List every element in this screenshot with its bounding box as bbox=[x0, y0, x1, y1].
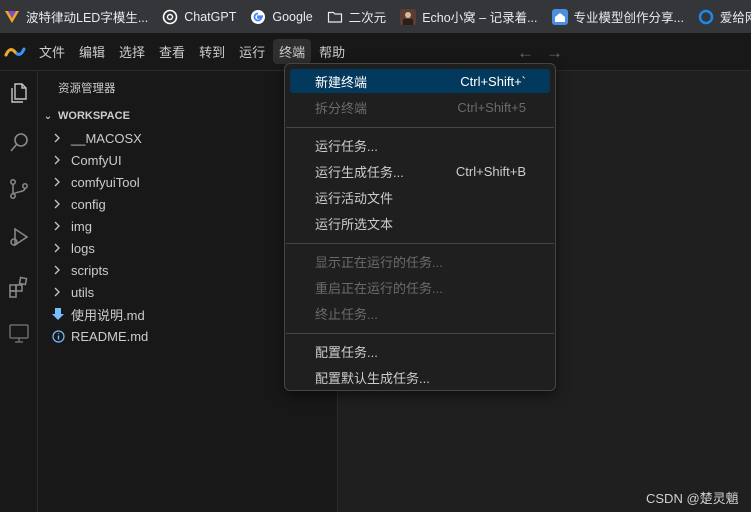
menu-item-label: 运行生成任务... bbox=[315, 164, 404, 180]
bookmark-label: 二次元 bbox=[348, 11, 387, 25]
bookmark-item[interactable]: 专业模型创作分享... bbox=[551, 7, 684, 26]
folder-icon bbox=[327, 9, 343, 25]
terminal-menu-item[interactable]: 配置默认生成任务... bbox=[290, 365, 550, 389]
chevron-right-icon bbox=[52, 199, 71, 209]
chevron-right-icon bbox=[52, 155, 71, 165]
menu-item-label: 拆分终端 bbox=[315, 100, 368, 116]
menu-run[interactable]: 运行 bbox=[233, 39, 271, 64]
terminal-menu-item[interactable]: 运行所选文本 bbox=[290, 211, 550, 235]
run-debug-icon[interactable] bbox=[0, 215, 38, 259]
bookmark-label: Google bbox=[272, 9, 313, 24]
menu-item-shortcut: Ctrl+Shift+B bbox=[455, 163, 526, 179]
tree-item-label: README.md bbox=[71, 328, 149, 344]
terminal-menu-item: 终止任务... bbox=[290, 301, 550, 325]
app-logo-icon bbox=[0, 33, 30, 71]
tree-item-label: 使用说明.md bbox=[71, 307, 145, 323]
menu-item-label: 配置任务... bbox=[315, 344, 378, 360]
tree-item-label: logs bbox=[71, 240, 95, 256]
menu-item-shortcut: Ctrl+Shift+` bbox=[460, 73, 526, 89]
bookmark-item[interactable]: Google bbox=[250, 9, 313, 25]
menu-view[interactable]: 查看 bbox=[153, 39, 191, 64]
menu-separator bbox=[286, 127, 554, 128]
chevron-right-icon bbox=[52, 133, 71, 143]
terminal-menu-item: 显示正在运行的任务... bbox=[290, 249, 550, 273]
bookmark-item[interactable]: 波特律动LED字模生... bbox=[4, 7, 148, 26]
menu-file[interactable]: 文件 bbox=[33, 39, 71, 64]
chevron-right-icon bbox=[52, 265, 71, 275]
menu-go[interactable]: 转到 bbox=[193, 39, 231, 64]
terminal-menu-dropdown: 新建终端 Ctrl+Shift+` 拆分终端 Ctrl+Shift+5 运行任务... 运… bbox=[284, 63, 556, 391]
forward-arrow-icon[interactable]: → bbox=[546, 43, 563, 63]
menu-item-label: 新建终端 bbox=[315, 74, 368, 90]
chevron-right-icon bbox=[52, 243, 71, 253]
terminal-menu-item[interactable]: 运行活动文件 bbox=[290, 185, 550, 209]
home-icon bbox=[551, 8, 568, 25]
extensions-icon[interactable] bbox=[0, 265, 38, 309]
workspace-label: WORKSPACE bbox=[58, 110, 130, 122]
chatgpt-icon bbox=[162, 9, 178, 25]
download-arrow-icon bbox=[52, 307, 71, 321]
v-logo-icon bbox=[4, 9, 20, 25]
menu-item-shortcut: Ctrl+Shift+5 bbox=[457, 99, 526, 115]
menu-terminal[interactable]: 终端 bbox=[273, 39, 312, 64]
bookmark-item[interactable]: 爱给网 bbox=[698, 7, 751, 26]
tree-item-label: comfyuiTool bbox=[71, 174, 140, 190]
menu-item-label: 配置默认生成任务... bbox=[315, 370, 430, 386]
bookmark-item[interactable]: ChatGPT bbox=[162, 9, 236, 25]
bookmarks-bar: 波特律动LED字模生... ChatGPT Google 二次元 Echo小窝 – 记录… bbox=[0, 0, 751, 33]
menu-item-label: 运行任务... bbox=[315, 138, 378, 154]
chevron-down-icon: ⌄ bbox=[43, 110, 53, 122]
bookmark-item[interactable]: 二次元 bbox=[327, 7, 387, 26]
terminal-menu-item[interactable]: 运行任务... bbox=[290, 133, 550, 157]
chevron-right-icon bbox=[52, 177, 71, 187]
activity-bar bbox=[0, 71, 38, 512]
search-icon[interactable] bbox=[0, 121, 38, 165]
tree-item-label: scripts bbox=[71, 262, 109, 278]
menu-separator bbox=[286, 333, 554, 334]
terminal-menu-item: 拆分终端 Ctrl+Shift+5 bbox=[290, 95, 550, 119]
chevron-right-icon bbox=[52, 287, 71, 297]
bookmark-item[interactable]: Echo小窝 – 记录着... bbox=[400, 7, 538, 26]
tree-item-label: utils bbox=[71, 284, 95, 300]
remote-explorer-icon[interactable] bbox=[0, 311, 38, 355]
tree-item-label: ComfyUI bbox=[71, 152, 122, 168]
menu-item-label: 终止任务... bbox=[315, 306, 378, 322]
chevron-right-icon bbox=[52, 221, 71, 231]
bookmark-label: 专业模型创作分享... bbox=[573, 11, 684, 25]
google-icon bbox=[250, 9, 266, 25]
c-logo-icon bbox=[698, 9, 714, 25]
watermark-text: CSDN @楚灵魈 bbox=[646, 491, 739, 506]
bookmark-label: 爱给网 bbox=[719, 11, 751, 25]
menu-item-label: 运行所选文本 bbox=[315, 216, 394, 232]
source-control-icon[interactable] bbox=[0, 167, 38, 211]
bookmark-label: ChatGPT bbox=[184, 9, 237, 24]
back-arrow-icon[interactable]: ← bbox=[517, 43, 534, 63]
terminal-menu-item[interactable]: 运行生成任务... Ctrl+Shift+B bbox=[290, 159, 550, 183]
bookmark-label: Echo小窝 – 记录着... bbox=[422, 11, 538, 25]
menu-help[interactable]: 帮助 bbox=[313, 39, 351, 64]
menu-item-label: 显示正在运行的任务... bbox=[315, 254, 443, 270]
workspace-header[interactable]: ⌄ WORKSPACE bbox=[38, 107, 130, 125]
navigation-arrows: ← → bbox=[517, 43, 563, 63]
terminal-menu-item[interactable]: 配置任务... bbox=[290, 339, 550, 363]
menu-item-label: 重启正在运行的任务... bbox=[315, 280, 443, 296]
menu-item-label: 运行活动文件 bbox=[315, 190, 394, 206]
tree-item-label: config bbox=[71, 196, 106, 212]
explorer-icon[interactable] bbox=[0, 71, 38, 115]
sidebar-title: 资源管理器 bbox=[58, 83, 116, 95]
avatar-icon bbox=[400, 8, 417, 25]
menu-edit[interactable]: 编辑 bbox=[73, 39, 111, 64]
bookmark-label: 波特律动LED字模生... bbox=[26, 11, 149, 25]
tree-item-label: __MACOSX bbox=[71, 130, 142, 146]
terminal-menu-item: 重启正在运行的任务... bbox=[290, 275, 550, 299]
menu-separator bbox=[286, 243, 554, 244]
terminal-menu-item[interactable]: 新建终端 Ctrl+Shift+` bbox=[290, 69, 550, 93]
menu-selection[interactable]: 选择 bbox=[113, 39, 151, 64]
info-icon bbox=[52, 329, 71, 343]
tree-item-label: img bbox=[71, 218, 92, 234]
